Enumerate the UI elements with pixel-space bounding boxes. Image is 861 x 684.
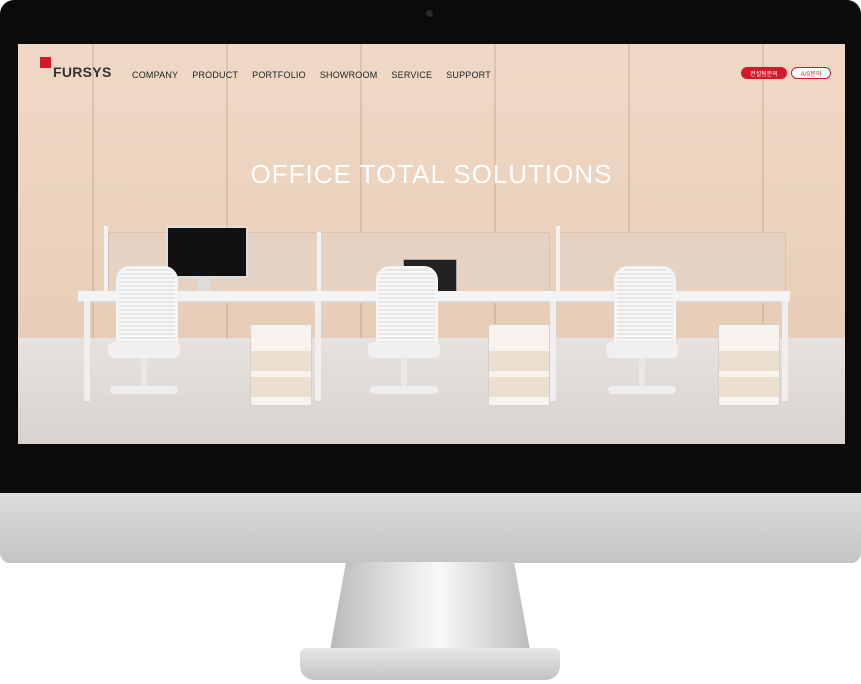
red-square-icon xyxy=(40,57,51,68)
consulting-inquiry-button[interactable]: 컨설팅문의 xyxy=(741,67,787,79)
imac-mockup: FURSYS COMPANY PRODUCT PORTFOLIO SHOWROO… xyxy=(0,0,861,684)
desk-leg xyxy=(315,301,321,401)
office-chair xyxy=(368,266,440,416)
nav-item-showroom[interactable]: SHOWROOM xyxy=(320,70,378,80)
nav-item-support[interactable]: SUPPORT xyxy=(446,70,491,80)
desk-lamp xyxy=(556,226,560,292)
drawer-cabinet xyxy=(488,324,550,406)
logo-text: FURSYS xyxy=(53,64,112,80)
drawer-cabinet xyxy=(250,324,312,406)
desk-leg xyxy=(550,301,556,401)
nav-item-service[interactable]: SERVICE xyxy=(391,70,432,80)
desk-leg xyxy=(84,301,90,401)
main-nav: COMPANY PRODUCT PORTFOLIO SHOWROOM SERVI… xyxy=(132,70,491,80)
desk-leg xyxy=(782,301,788,401)
monitor-base xyxy=(300,648,560,680)
office-chair xyxy=(108,266,180,416)
nav-item-company[interactable]: COMPANY xyxy=(132,70,178,80)
monitor-stand-prop xyxy=(198,276,210,292)
drawer-cabinet xyxy=(718,324,780,406)
monitor-stand xyxy=(330,562,530,650)
desk-lamp xyxy=(317,232,321,292)
website-screen: FURSYS COMPANY PRODUCT PORTFOLIO SHOWROO… xyxy=(18,44,845,444)
monitor-chin xyxy=(0,493,861,563)
nav-item-portfolio[interactable]: PORTFOLIO xyxy=(252,70,306,80)
webcam-icon xyxy=(426,10,433,17)
monitor-bezel: FURSYS COMPANY PRODUCT PORTFOLIO SHOWROO… xyxy=(0,0,861,493)
hero-title: OFFICE TOTAL SOLUTIONS xyxy=(250,159,613,189)
as-inquiry-button[interactable]: A/S문의 xyxy=(791,67,831,79)
fursys-logo[interactable]: FURSYS xyxy=(40,56,112,80)
nav-item-product[interactable]: PRODUCT xyxy=(192,70,238,80)
office-chair xyxy=(606,266,678,416)
